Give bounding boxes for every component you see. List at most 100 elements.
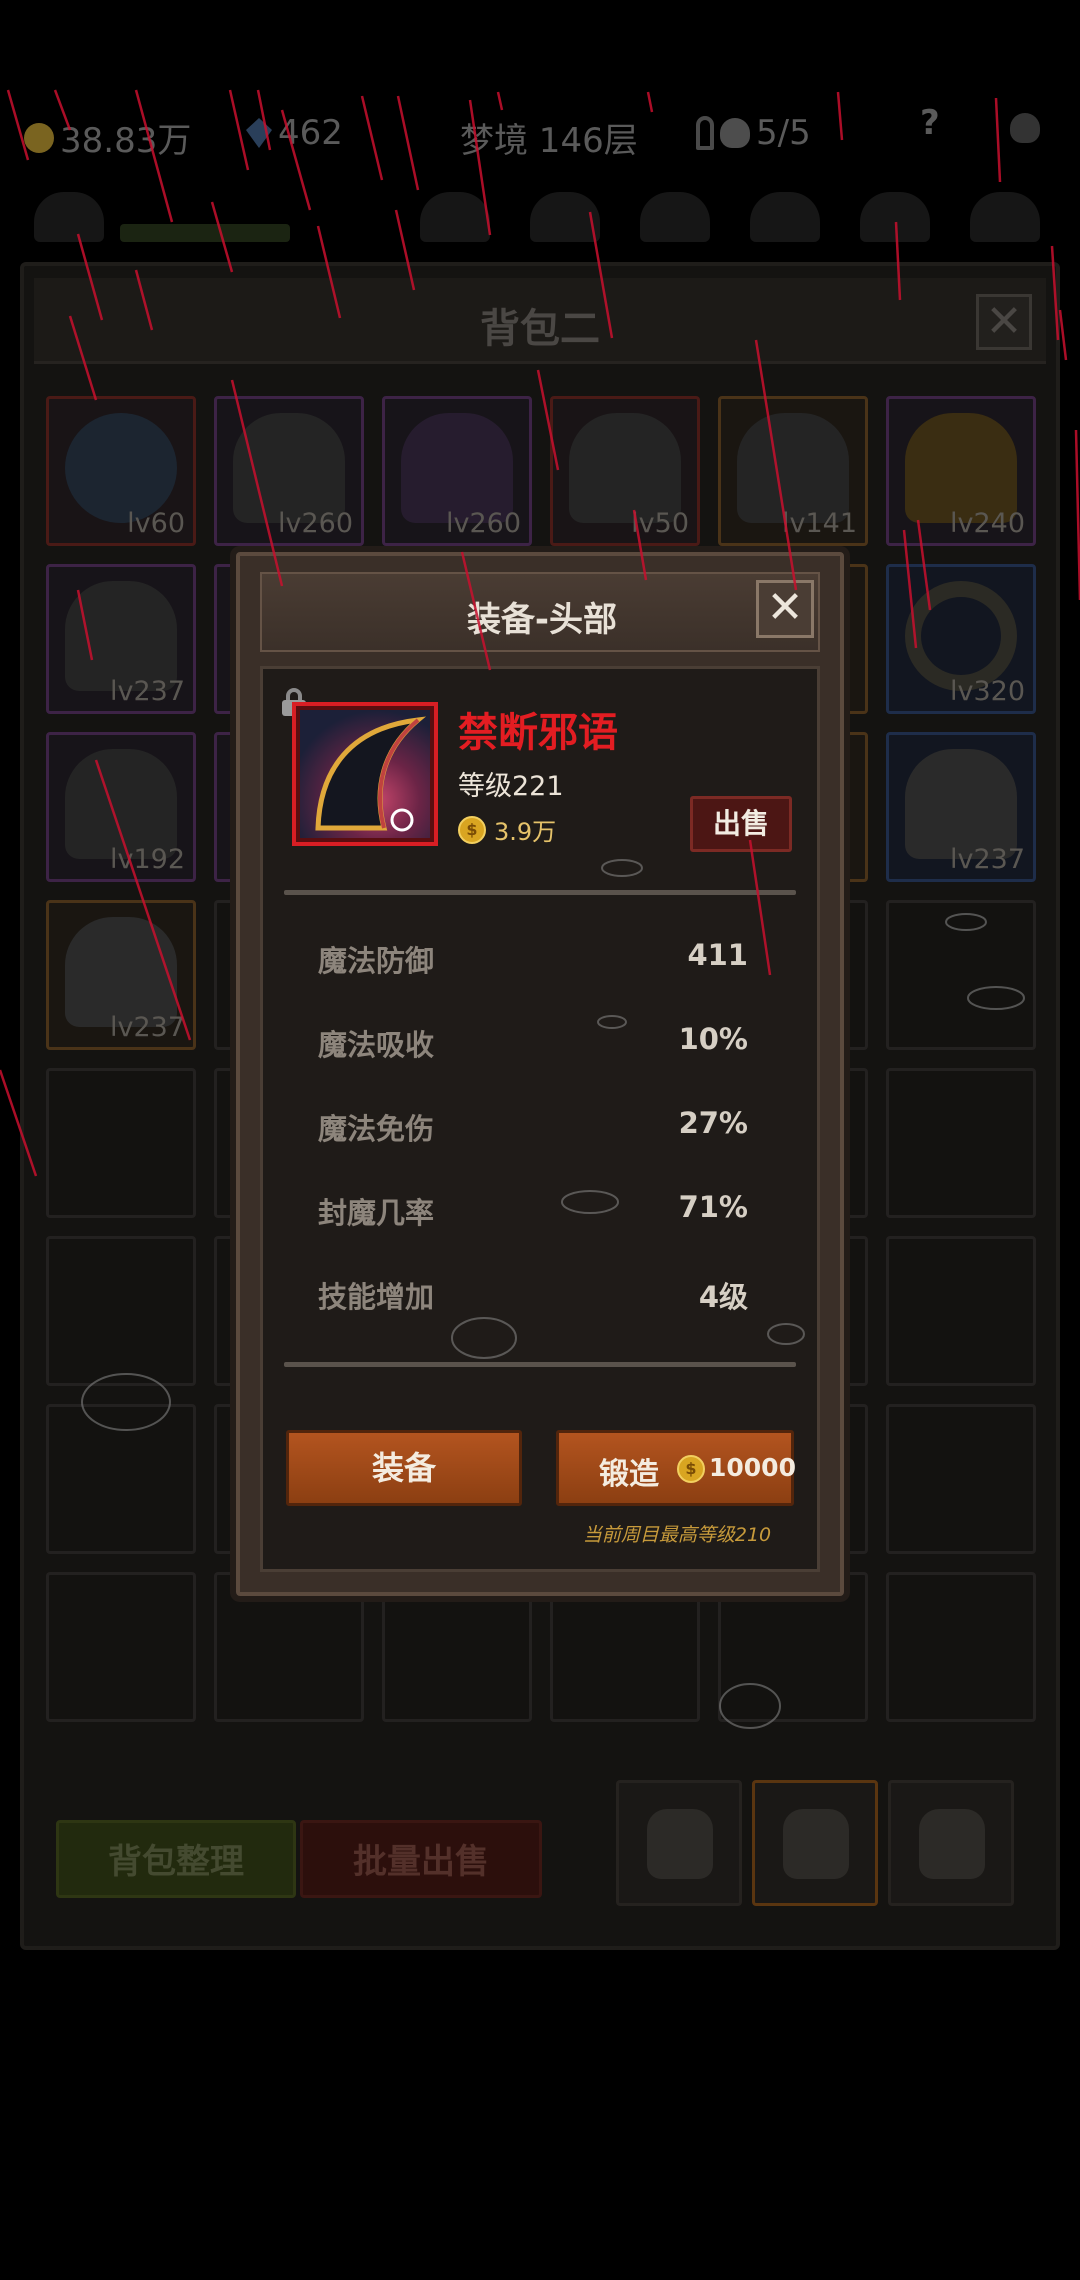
item-price: $ 3.9万 bbox=[458, 812, 556, 847]
divider bbox=[284, 1362, 796, 1367]
slot-level: lv260 bbox=[445, 508, 521, 539]
helmet-icon[interactable] bbox=[530, 192, 600, 242]
slot-level: lv240 bbox=[949, 508, 1025, 539]
inventory-slot[interactable]: lv141 bbox=[718, 396, 868, 546]
inventory-slot[interactable] bbox=[886, 900, 1036, 1050]
inventory-slot[interactable] bbox=[46, 1236, 196, 1386]
inventory-slot[interactable] bbox=[886, 1572, 1036, 1722]
armor-icon bbox=[65, 581, 177, 691]
stat-label: 封魔几率 bbox=[318, 1196, 435, 1230]
gold-counter: 38.83万 bbox=[24, 113, 191, 162]
inventory-slot[interactable] bbox=[886, 1404, 1036, 1554]
stat-value: 27% bbox=[678, 1106, 748, 1140]
slot-level: lv320 bbox=[949, 676, 1025, 707]
inventory-slot[interactable]: lv237 bbox=[46, 564, 196, 714]
backpack-header: 背包二 ✕ bbox=[34, 278, 1046, 364]
stat-label: 魔法防御 bbox=[318, 944, 435, 978]
inventory-slot[interactable] bbox=[46, 1572, 196, 1722]
gem-icon bbox=[246, 118, 272, 148]
item-portrait bbox=[292, 702, 438, 846]
equip-button[interactable]: 装备 bbox=[286, 1430, 522, 1506]
item-level: 等级221 bbox=[458, 771, 564, 802]
bag-tab-1[interactable] bbox=[616, 1780, 742, 1906]
item-price-value: 3.9万 bbox=[494, 818, 557, 846]
sell-button[interactable]: 出售 bbox=[690, 796, 792, 852]
stat-value: 4级 bbox=[698, 1280, 748, 1314]
gold-armor-icon bbox=[905, 413, 1017, 523]
backpack-title: 背包二 bbox=[480, 306, 600, 352]
slot-level: lv192 bbox=[109, 844, 185, 875]
hero-icon-row bbox=[0, 180, 1080, 260]
inventory-slot[interactable]: lv50 bbox=[550, 396, 700, 546]
batch-sell-button[interactable]: 批量出售 bbox=[300, 1820, 542, 1898]
armor-icon bbox=[65, 749, 177, 859]
key-icon bbox=[696, 116, 714, 150]
inventory-slot[interactable]: lv237 bbox=[886, 732, 1036, 882]
inventory-slot[interactable] bbox=[886, 1236, 1036, 1386]
backpack-icon bbox=[783, 1809, 849, 1879]
helmet-icon[interactable] bbox=[640, 192, 710, 242]
inventory-slot[interactable]: lv192 bbox=[46, 732, 196, 882]
key-skull-counter: 5/5 bbox=[696, 113, 811, 153]
helmet-icon bbox=[65, 917, 177, 1027]
hp-bar bbox=[120, 224, 290, 242]
helmet-icon[interactable] bbox=[970, 192, 1040, 242]
inventory-slot[interactable]: lv240 bbox=[886, 396, 1036, 546]
forge-cost: 10000 bbox=[709, 1453, 796, 1482]
slot-level: lv60 bbox=[127, 508, 185, 539]
slot-level: lv237 bbox=[949, 844, 1025, 875]
stat-label: 技能增加 bbox=[318, 1280, 435, 1314]
forge-level-note: 当前周目最高等级210 bbox=[582, 1524, 772, 1546]
help-button[interactable]: ? bbox=[920, 103, 940, 143]
inventory-slot[interactable] bbox=[46, 1068, 196, 1218]
hero-portrait-icon[interactable] bbox=[34, 192, 104, 242]
inventory-slot[interactable]: lv320 bbox=[886, 564, 1036, 714]
forge-button[interactable]: 锻造 $ 10000 bbox=[556, 1430, 796, 1506]
backpack-close-button[interactable]: ✕ bbox=[976, 294, 1032, 350]
inventory-slot[interactable]: lv260 bbox=[382, 396, 532, 546]
dialog-close-button[interactable]: ✕ bbox=[756, 580, 814, 638]
slot-level: lv237 bbox=[109, 1012, 185, 1043]
item-name: 禁断邪语 bbox=[458, 710, 618, 756]
stat-value: 411 bbox=[687, 938, 748, 972]
inventory-slot[interactable]: lv237 bbox=[46, 900, 196, 1050]
slot-level: lv141 bbox=[781, 508, 857, 539]
slot-level: lv50 bbox=[631, 508, 689, 539]
ring-icon bbox=[905, 581, 1017, 691]
bag-tab-2[interactable] bbox=[752, 1780, 878, 1906]
gold-amount: 38.83万 bbox=[60, 121, 192, 161]
sort-bag-button[interactable]: 背包整理 bbox=[56, 1820, 296, 1898]
armor-icon bbox=[233, 413, 345, 523]
skull-icon bbox=[720, 118, 750, 148]
bag-tab-3[interactable] bbox=[888, 1780, 1014, 1906]
backpack-icon bbox=[647, 1809, 713, 1879]
gold-coin-icon bbox=[24, 122, 54, 153]
stat-value: 10% bbox=[678, 1022, 748, 1056]
armor-icon bbox=[737, 413, 849, 523]
helmet-icon bbox=[905, 749, 1017, 859]
skull-count: 5/5 bbox=[756, 113, 811, 153]
armor-icon bbox=[569, 413, 681, 523]
inventory-slot[interactable]: lv260 bbox=[214, 396, 364, 546]
settings-icon[interactable] bbox=[1010, 113, 1040, 143]
stat-label: 魔法免伤 bbox=[318, 1112, 435, 1146]
divider bbox=[284, 890, 796, 895]
gold-coin-icon: $ bbox=[458, 815, 486, 844]
helmet-icon[interactable] bbox=[420, 192, 490, 242]
dialog-title: 装备-头部 bbox=[466, 600, 618, 640]
forge-label: 锻造 bbox=[599, 1457, 659, 1492]
gold-coin-icon: $ bbox=[677, 1455, 705, 1483]
inventory-slot[interactable]: lv60 bbox=[46, 396, 196, 546]
slot-level: lv260 bbox=[277, 508, 353, 539]
inventory-slot[interactable] bbox=[886, 1068, 1036, 1218]
stat-label: 魔法吸收 bbox=[318, 1028, 435, 1062]
helmet-icon[interactable] bbox=[750, 192, 820, 242]
inventory-slot[interactable] bbox=[46, 1404, 196, 1554]
cloak-icon bbox=[401, 413, 513, 523]
helmet-icon[interactable] bbox=[860, 192, 930, 242]
top-status-bar: 38.83万 462 梦境 146层 5/5 ? bbox=[0, 95, 1080, 175]
backpack-icon bbox=[919, 1809, 985, 1879]
gem-counter: 462 bbox=[246, 113, 343, 153]
slot-level: lv237 bbox=[109, 676, 185, 707]
stat-value: 71% bbox=[678, 1190, 748, 1224]
